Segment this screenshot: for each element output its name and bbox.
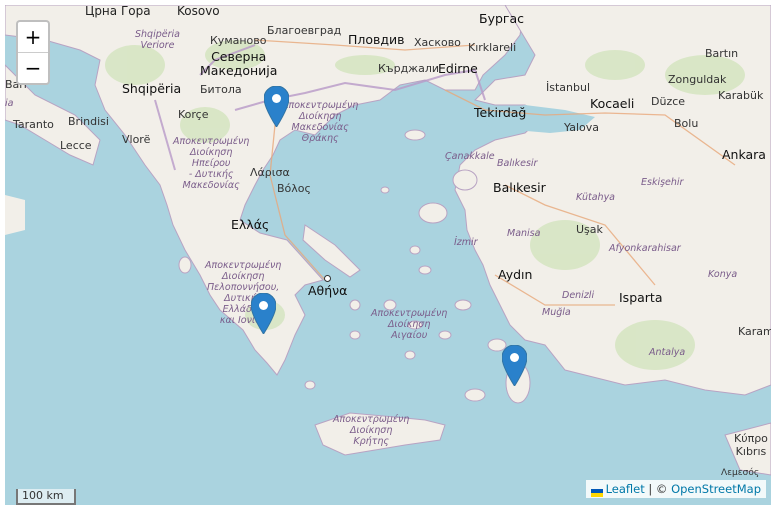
label-konya: Konya xyxy=(708,269,738,280)
label-epirus-region: Αποκεντρωμένη Διοίκηση Ηπείρου - Δυτικής… xyxy=(173,136,250,191)
label-burgas: Бургас xyxy=(479,11,525,26)
label-eskisehir: Eskişehir xyxy=(641,177,684,188)
label-izmir: İzmir xyxy=(454,237,478,248)
leaflet-link[interactable]: Leaflet xyxy=(606,482,645,496)
label-severna-makedonija: Северна Македонија xyxy=(200,49,278,78)
label-tekirdag: Tekirdağ xyxy=(474,105,527,120)
map-marker-rhodes[interactable] xyxy=(502,345,527,386)
map-container[interactable]: Црна Гора Kosovo Куманово Благоевград Пл… xyxy=(5,5,771,505)
label-balikesir-region: Balıkesir xyxy=(497,158,538,169)
label-karaman: Karama xyxy=(738,325,771,338)
label-antalya: Antalya xyxy=(649,347,686,358)
label-isparta: Isparta xyxy=(619,290,663,305)
openstreetmap-link[interactable]: OpenStreetMap xyxy=(671,482,761,496)
map-marker-thessaloniki[interactable] xyxy=(264,86,289,127)
scale-bar: 100 km xyxy=(16,489,76,505)
label-aegean-region: Αποκεντρωμένη Διοίκηση Αιγαίου xyxy=(371,308,448,341)
label-usak: Uşak xyxy=(576,223,603,236)
label-edirne: Edirne xyxy=(438,61,478,76)
label-kutahya: Kütahya xyxy=(576,192,616,203)
label-aydin: Aydın xyxy=(498,267,533,282)
label-taranto: Taranto xyxy=(13,118,54,131)
label-yalova: Yalova xyxy=(564,121,599,134)
label-karabuk: Karabük xyxy=(718,89,764,102)
label-denizli: Denizli xyxy=(562,290,595,301)
label-bartin: Bartın xyxy=(705,47,739,60)
ukraine-flag-icon xyxy=(590,486,603,497)
label-kypros: Κύπρο Kıbrıs xyxy=(734,432,768,458)
map-marker-kalamata[interactable] xyxy=(251,293,276,334)
label-vlore: Vlorë xyxy=(122,133,151,146)
label-ankara: Ankara xyxy=(722,147,766,162)
label-lecce: Lecce xyxy=(60,139,92,152)
label-manisa: Manisa xyxy=(507,228,541,239)
label-crete-region: Αποκεντρωμένη Διοίκηση Κρήτης xyxy=(333,414,410,447)
label-shqiperia-veriore: Shqipëria Veriore xyxy=(135,29,180,51)
copyright-symbol: © xyxy=(655,482,668,496)
label-plovdiv: Пловдив xyxy=(348,32,405,47)
label-mugla: Muğla xyxy=(542,307,571,318)
attribution-separator: | xyxy=(648,482,653,496)
label-haskovo: Хасково xyxy=(414,36,461,49)
label-lemesos: Λεμεσός xyxy=(721,468,760,478)
label-shqiperia: Shqipëria xyxy=(122,81,182,96)
label-bolu: Bolu xyxy=(674,117,699,130)
label-brindisi: Brindisi xyxy=(68,115,109,128)
label-kumanovo: Куманово xyxy=(210,34,267,47)
label-korce: Korçe xyxy=(178,108,209,121)
label-thrace-region: Αποκεντρωμένη Διοίκηση Μακεδονίας Θράκης xyxy=(282,100,359,144)
label-canakkale: Çanakkale xyxy=(445,151,495,162)
athens-dot xyxy=(324,275,331,282)
zoom-in-button[interactable]: + xyxy=(18,22,48,53)
label-athina: Αθήνα xyxy=(308,283,348,298)
label-larisa: Λάρισα xyxy=(250,166,290,179)
label-zonguldak: Zonguldak xyxy=(668,73,727,86)
label-blagoevgrad: Благоевград xyxy=(267,24,342,37)
label-balikesir: Balıkesir xyxy=(493,180,546,195)
zoom-out-button[interactable]: − xyxy=(18,53,48,83)
attribution: Leaflet | © OpenStreetMap xyxy=(585,480,766,498)
zoom-control: + − xyxy=(16,20,50,85)
label-kosovo: Kosovo xyxy=(177,5,220,18)
label-duzce: Düzce xyxy=(651,95,686,108)
label-bar-left: ia xyxy=(5,98,14,109)
label-bitola: Битола xyxy=(200,83,242,96)
label-kirklareli: Kırklareli xyxy=(468,41,517,54)
label-crna-gora: Црна Гора xyxy=(85,5,151,18)
label-afyonkarahisar: Afyonkarahisar xyxy=(609,243,681,254)
label-volos: Βόλος xyxy=(277,182,311,195)
label-kocaeli: Kocaeli xyxy=(590,96,635,111)
label-istanbul: İstanbul xyxy=(546,81,591,94)
label-kardzhali: Кърджали xyxy=(378,62,439,75)
label-ellada: Ελλάς xyxy=(231,217,270,232)
